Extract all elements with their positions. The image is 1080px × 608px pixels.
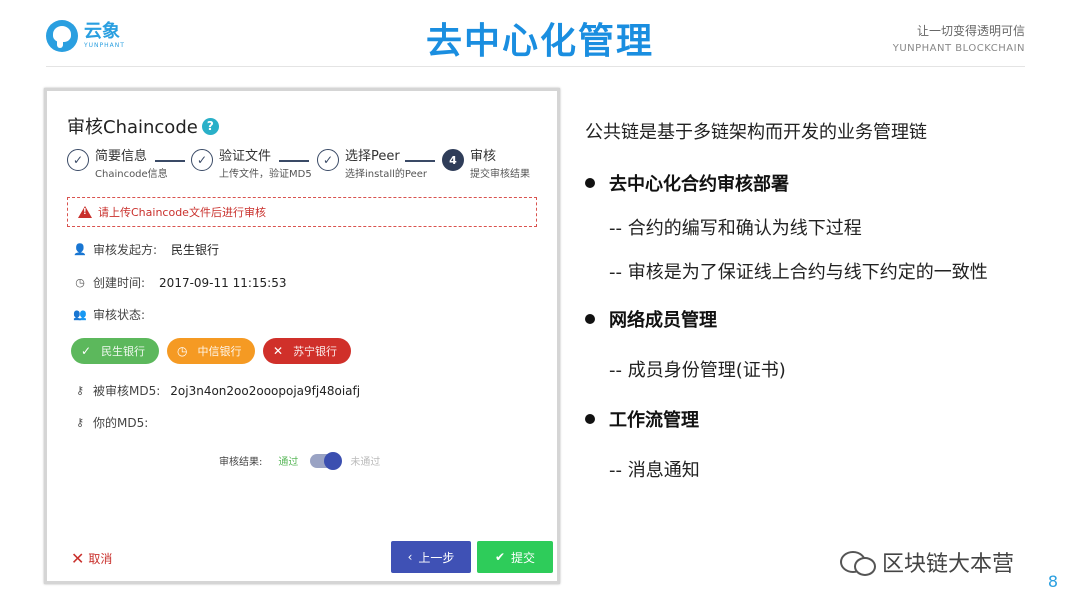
step-review[interactable]: 4 审核 提交审核结果 [442, 149, 530, 181]
review-result: 审核结果: 通过 未通过 [219, 451, 381, 470]
stepper: ✓ 简要信息 Chaincode信息 ✓ 验证文件 上传文件，验证MD5 ✓ 选… [67, 149, 537, 189]
time-value: 2017-09-11 11:15:53 [159, 275, 287, 290]
result-fail-label: 未通过 [350, 457, 381, 468]
md5-value: 2oj3n4on2oo2ooopoja9fj48oiafj [170, 383, 361, 398]
initiator-value: 民生银行 [171, 243, 220, 257]
reviewed-md5-row: ⚷ 被审核MD5: 2oj3n4on2oo2ooopoja9fj48oiafj [73, 382, 360, 399]
bullet-dot [585, 178, 595, 188]
step-select-peer[interactable]: ✓ 选择Peer 选择install的Peer [317, 149, 427, 181]
bullet-text: 去中心化合约审核部署 [609, 174, 789, 195]
dialog-title: 审核Chaincode ? [67, 113, 219, 139]
cancel-label: 取消 [88, 552, 113, 566]
check-icon: ✓ [317, 149, 339, 171]
step-connector [405, 160, 435, 162]
time-label: 创建时间: [93, 276, 146, 290]
created-time-row: ◷ 创建时间: 2017-09-11 11:15:53 [73, 274, 287, 291]
key-icon: ⚷ [75, 384, 85, 397]
slogan: 让一切变得透明可信 YUNPHANT BLOCKCHAIN [893, 22, 1025, 54]
step-title: 简要信息 [95, 149, 148, 164]
previous-step-button[interactable]: ‹ 上一步 [391, 541, 471, 573]
check-icon: ✓ [81, 344, 92, 358]
bullet-text: 工作流管理 [609, 410, 699, 431]
md5-label: 被审核MD5: [93, 384, 161, 398]
clock-icon: ◷ [177, 344, 188, 358]
step-title: 验证文件 [219, 149, 272, 164]
step-connector [155, 160, 185, 162]
step-verify-file[interactable]: ✓ 验证文件 上传文件，验证MD5 [191, 149, 312, 181]
initiator-label: 审核发起方: [93, 243, 158, 257]
step-subtitle: 选择install的Peer [345, 168, 428, 180]
close-icon: ✕ [71, 549, 85, 568]
bullet-workflow-management: 工作流管理 [585, 406, 699, 432]
step-number-badge: 4 [442, 149, 464, 171]
close-icon: ✕ [273, 344, 284, 358]
submit-label: 提交 [511, 550, 536, 565]
warning-icon [78, 206, 92, 218]
header-divider [46, 66, 1025, 67]
bullet-contract-review: 去中心化合约审核部署 [585, 170, 789, 196]
step-subtitle: 上传文件，验证MD5 [219, 168, 312, 180]
chevron-left-icon: ‹ [407, 550, 413, 564]
bullet-dot [585, 414, 595, 424]
review-status-row: 👥 审核状态: [73, 306, 145, 323]
slogan-cn: 让一切变得透明可信 [916, 24, 1025, 38]
step-title: 选择Peer [345, 149, 400, 164]
check-icon: ✔ [494, 550, 506, 564]
status-badge-approved: ✓ 民生银行 [71, 338, 159, 364]
result-toggle[interactable] [310, 451, 343, 470]
status-badge-pending: ◷ 中信银行 [167, 338, 255, 364]
status-badge-rejected: ✕ 苏宁银行 [263, 338, 351, 364]
cancel-button[interactable]: ✕ 取消 [71, 549, 112, 568]
upload-warning-alert: 请上传Chaincode文件后进行审核 [67, 197, 537, 227]
alert-text: 请上传Chaincode文件后进行审核 [98, 206, 266, 219]
wechat-icon [840, 549, 876, 576]
badge-text: 中信银行 [197, 345, 242, 358]
bullet-text: 网络成员管理 [609, 310, 717, 331]
dialog-title-text: 审核Chaincode [67, 117, 198, 138]
key-icon: ⚷ [75, 416, 85, 429]
status-label: 审核状态: [93, 308, 146, 322]
users-icon: 👥 [73, 308, 87, 321]
initiator-row: 👤 审核发起方: 民生银行 [73, 241, 219, 258]
submit-button[interactable]: ✔ 提交 [477, 541, 553, 573]
step-subtitle: Chaincode信息 [95, 168, 168, 180]
your-md5-row: ⚷ 你的MD5: [73, 414, 148, 431]
status-badges: ✓ 民生银行 ◷ 中信银行 ✕ 苏宁银行 [71, 338, 351, 364]
step-title: 审核 [470, 149, 497, 164]
check-icon: ✓ [191, 149, 213, 171]
help-icon[interactable]: ? [201, 117, 219, 135]
page-number: 8 [1047, 572, 1058, 591]
sub-item: -- 成员身份管理(证书) [609, 360, 786, 381]
check-icon: ✓ [67, 149, 89, 171]
sub-item: -- 审核是为了保证线上合约与线下约定的一致性 [609, 262, 988, 283]
watermark-text: 区块链大本营 [882, 552, 1015, 577]
sub-item: -- 合约的编写和确认为线下过程 [609, 218, 862, 239]
result-pass-label: 通过 [278, 457, 299, 468]
bullet-member-management: 网络成员管理 [585, 306, 717, 332]
badge-text: 苏宁银行 [293, 345, 338, 358]
user-icon: 👤 [73, 243, 87, 256]
prev-label: 上一步 [418, 550, 455, 565]
clock-icon: ◷ [75, 276, 85, 289]
step-basic-info[interactable]: ✓ 简要信息 Chaincode信息 [67, 149, 168, 181]
slogan-en: YUNPHANT BLOCKCHAIN [892, 43, 1025, 54]
result-label: 审核结果: [219, 457, 263, 468]
badge-text: 民生银行 [101, 345, 146, 358]
step-connector [279, 160, 309, 162]
review-chaincode-dialog: 审核Chaincode ? ✓ 简要信息 Chaincode信息 ✓ 验证文件 … [44, 88, 560, 584]
toggle-knob [324, 451, 343, 470]
bullet-dot [585, 314, 595, 324]
your-md5-label: 你的MD5: [93, 416, 149, 430]
step-subtitle: 提交审核结果 [470, 168, 530, 180]
watermark: 区块链大本营 [840, 546, 1014, 578]
intro-text: 公共链是基于多链架构而开发的业务管理链 [585, 122, 927, 143]
sub-item: -- 消息通知 [609, 460, 700, 481]
